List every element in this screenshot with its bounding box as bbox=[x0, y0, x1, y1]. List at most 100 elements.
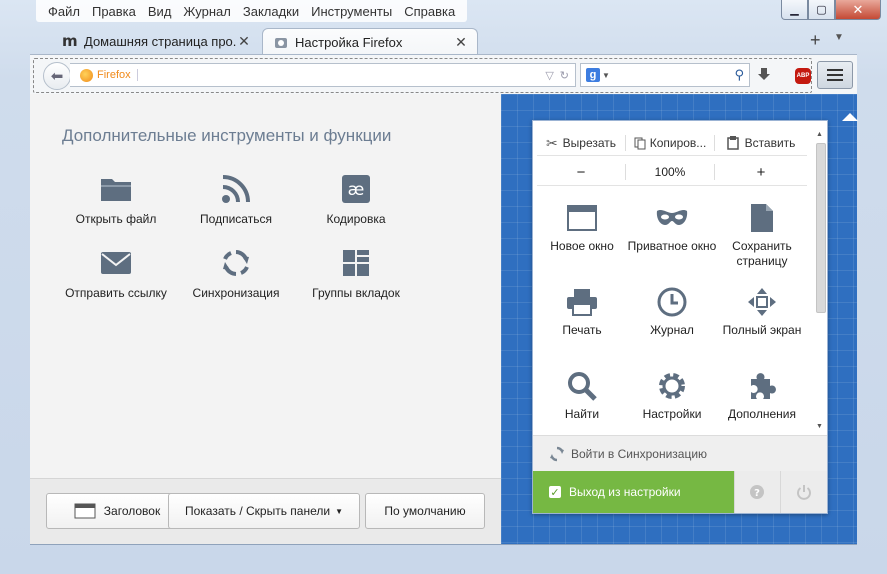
tab-customize[interactable]: Настройка Firefox ✕ bbox=[262, 28, 478, 56]
search-input[interactable] bbox=[609, 66, 735, 84]
customize-content: Дополнительные инструменты и функции Отк… bbox=[30, 94, 858, 545]
panel-print[interactable]: Печать bbox=[536, 285, 628, 338]
quit-button[interactable] bbox=[780, 471, 827, 513]
panel-item-label: Новое окно bbox=[550, 239, 614, 253]
toolbars-toggle-button[interactable]: Показать / Скрыть панели ▼ bbox=[168, 493, 360, 529]
zoom-controls: − 100% + bbox=[537, 159, 807, 186]
scroll-down-icon[interactable]: ▼ bbox=[816, 423, 823, 430]
window-controls: ▁ ▢ ✕ bbox=[781, 0, 881, 20]
zoom-out-button[interactable]: − bbox=[537, 164, 625, 181]
sync-icon bbox=[176, 246, 296, 280]
panel-item-label: Печать bbox=[562, 323, 602, 337]
panel-item-label: Настройки bbox=[642, 407, 702, 421]
search-bar[interactable]: g ▼ ⚲ bbox=[580, 63, 750, 87]
edit-controls: ✂ Вырезать Копиров... Вставить bbox=[537, 131, 807, 156]
zoom-in-button[interactable]: + bbox=[715, 164, 807, 181]
back-button[interactable]: ⬅ bbox=[43, 62, 71, 90]
panel-item-label: Дополнения bbox=[728, 407, 796, 421]
svg-text:?: ? bbox=[755, 488, 761, 499]
hamburger-line bbox=[827, 79, 843, 81]
tool-email-link[interactable]: Отправить ссылку bbox=[56, 246, 176, 300]
exit-label: Выход из настройки bbox=[569, 485, 681, 499]
close-icon: ✕ bbox=[852, 1, 864, 17]
tool-label: Кодировка bbox=[326, 212, 386, 226]
title-bar-toggle-button[interactable]: Заголовок bbox=[46, 493, 188, 529]
copy-button[interactable]: Копиров... bbox=[626, 136, 714, 150]
encoding-icon: æ bbox=[296, 172, 416, 206]
new-window-icon bbox=[536, 201, 628, 235]
title-bar-icon bbox=[74, 503, 96, 519]
tab-close-icon[interactable]: ✕ bbox=[236, 33, 252, 50]
restore-defaults-button[interactable]: По умолчанию bbox=[365, 493, 485, 529]
hamburger-line bbox=[827, 69, 843, 71]
tab-title: Настройка Firefox bbox=[295, 35, 403, 50]
menu-history[interactable]: Журнал bbox=[177, 4, 236, 19]
maximize-icon: ▢ bbox=[816, 4, 827, 16]
palette-heading: Дополнительные инструменты и функции bbox=[62, 126, 392, 145]
help-button[interactable]: ? bbox=[733, 471, 781, 513]
google-engine-icon[interactable]: g bbox=[586, 68, 600, 82]
panel-history[interactable]: Журнал bbox=[626, 285, 718, 338]
panel-item-label: Приватное окно bbox=[627, 239, 717, 253]
close-button[interactable]: ✕ bbox=[835, 0, 881, 20]
back-arrow-icon: ⬅ bbox=[50, 68, 64, 85]
bookmark-dropdown-icon[interactable]: ▽ bbox=[545, 69, 553, 82]
cut-button[interactable]: ✂ Вырезать bbox=[537, 135, 625, 152]
menu-tools[interactable]: Инструменты bbox=[305, 4, 398, 19]
exit-customize-button[interactable]: ✓ Выход из настройки bbox=[533, 471, 734, 513]
menu-button[interactable] bbox=[817, 61, 853, 89]
scroll-up-icon[interactable]: ▲ bbox=[816, 131, 823, 138]
menu-view[interactable]: Вид bbox=[142, 4, 178, 19]
menu-bookmarks[interactable]: Закладки bbox=[237, 4, 305, 19]
palette-area: Дополнительные инструменты и функции Отк… bbox=[30, 94, 501, 545]
menu-bar: Файл Правка Вид Журнал Закладки Инструме… bbox=[36, 0, 468, 22]
new-tab-icon[interactable]: + bbox=[810, 30, 821, 51]
panel-scrollbar[interactable]: ▲ ▼ bbox=[815, 131, 826, 433]
engine-dropdown-icon[interactable]: ▼ bbox=[602, 71, 610, 80]
panel-options[interactable]: Настройки bbox=[626, 369, 718, 422]
tool-open-file[interactable]: Открыть файл bbox=[56, 172, 176, 226]
history-clock-icon bbox=[626, 285, 718, 319]
tab-close-icon[interactable]: ✕ bbox=[453, 34, 469, 51]
customize-icon bbox=[273, 35, 289, 51]
panel-find[interactable]: Найти bbox=[536, 369, 628, 422]
tab-title: Домашняя страница про... bbox=[84, 33, 236, 49]
title-bar-label: Заголовок bbox=[103, 504, 161, 518]
panel-item-label: Найти bbox=[564, 407, 600, 421]
find-icon bbox=[536, 369, 628, 403]
scroll-thumb[interactable] bbox=[816, 143, 826, 313]
encoding-glyph: æ bbox=[348, 180, 365, 200]
zoom-reset-button[interactable]: 100% bbox=[626, 165, 714, 179]
menu-edit[interactable]: Правка bbox=[86, 4, 142, 19]
m-logo-icon: m bbox=[62, 33, 78, 49]
menu-panel: ✂ Вырезать Копиров... Вставить − 100% + … bbox=[532, 113, 858, 514]
tool-subscribe[interactable]: Подписаться bbox=[176, 172, 296, 226]
tool-tab-groups[interactable]: Группы вкладок bbox=[296, 246, 416, 300]
tool-sync[interactable]: Синхронизация bbox=[176, 246, 296, 300]
scissors-icon: ✂ bbox=[545, 134, 558, 151]
panel-new-window[interactable]: Новое окно bbox=[536, 201, 628, 254]
sync-signin-button[interactable]: Войти в Синхронизацию bbox=[533, 435, 827, 472]
url-input[interactable] bbox=[137, 67, 546, 83]
download-icon[interactable] bbox=[757, 67, 771, 86]
panel-fullscreen[interactable]: Полный экран bbox=[716, 285, 808, 338]
paste-button[interactable]: Вставить bbox=[715, 136, 807, 150]
tab-homepage[interactable]: m Домашняя страница про... ✕ bbox=[52, 28, 260, 54]
url-bar[interactable]: Firefox ▽ ↻ bbox=[70, 63, 576, 87]
mail-icon bbox=[56, 246, 176, 280]
reload-icon[interactable]: ↻ bbox=[560, 69, 569, 82]
panel-addons[interactable]: Дополнения bbox=[716, 369, 808, 422]
menu-file[interactable]: Файл bbox=[42, 4, 86, 19]
settings-gear-icon bbox=[626, 369, 718, 403]
search-icon[interactable]: ⚲ bbox=[734, 67, 744, 83]
customize-footer: Заголовок Показать / Скрыть панели ▼ По … bbox=[30, 478, 501, 545]
tool-encoding[interactable]: æ Кодировка bbox=[296, 172, 416, 226]
menu-help[interactable]: Справка bbox=[398, 4, 461, 19]
maximize-button[interactable]: ▢ bbox=[808, 0, 835, 20]
panel-private-window[interactable]: Приватное окно bbox=[626, 201, 718, 254]
adblock-plus-icon[interactable]: ABP bbox=[795, 68, 811, 84]
list-all-tabs-icon[interactable]: ▼ bbox=[834, 32, 844, 43]
minimize-button[interactable]: ▁ bbox=[781, 0, 808, 20]
panel-save-page[interactable]: Сохранить страницу bbox=[716, 201, 808, 269]
copy-icon bbox=[634, 137, 646, 149]
